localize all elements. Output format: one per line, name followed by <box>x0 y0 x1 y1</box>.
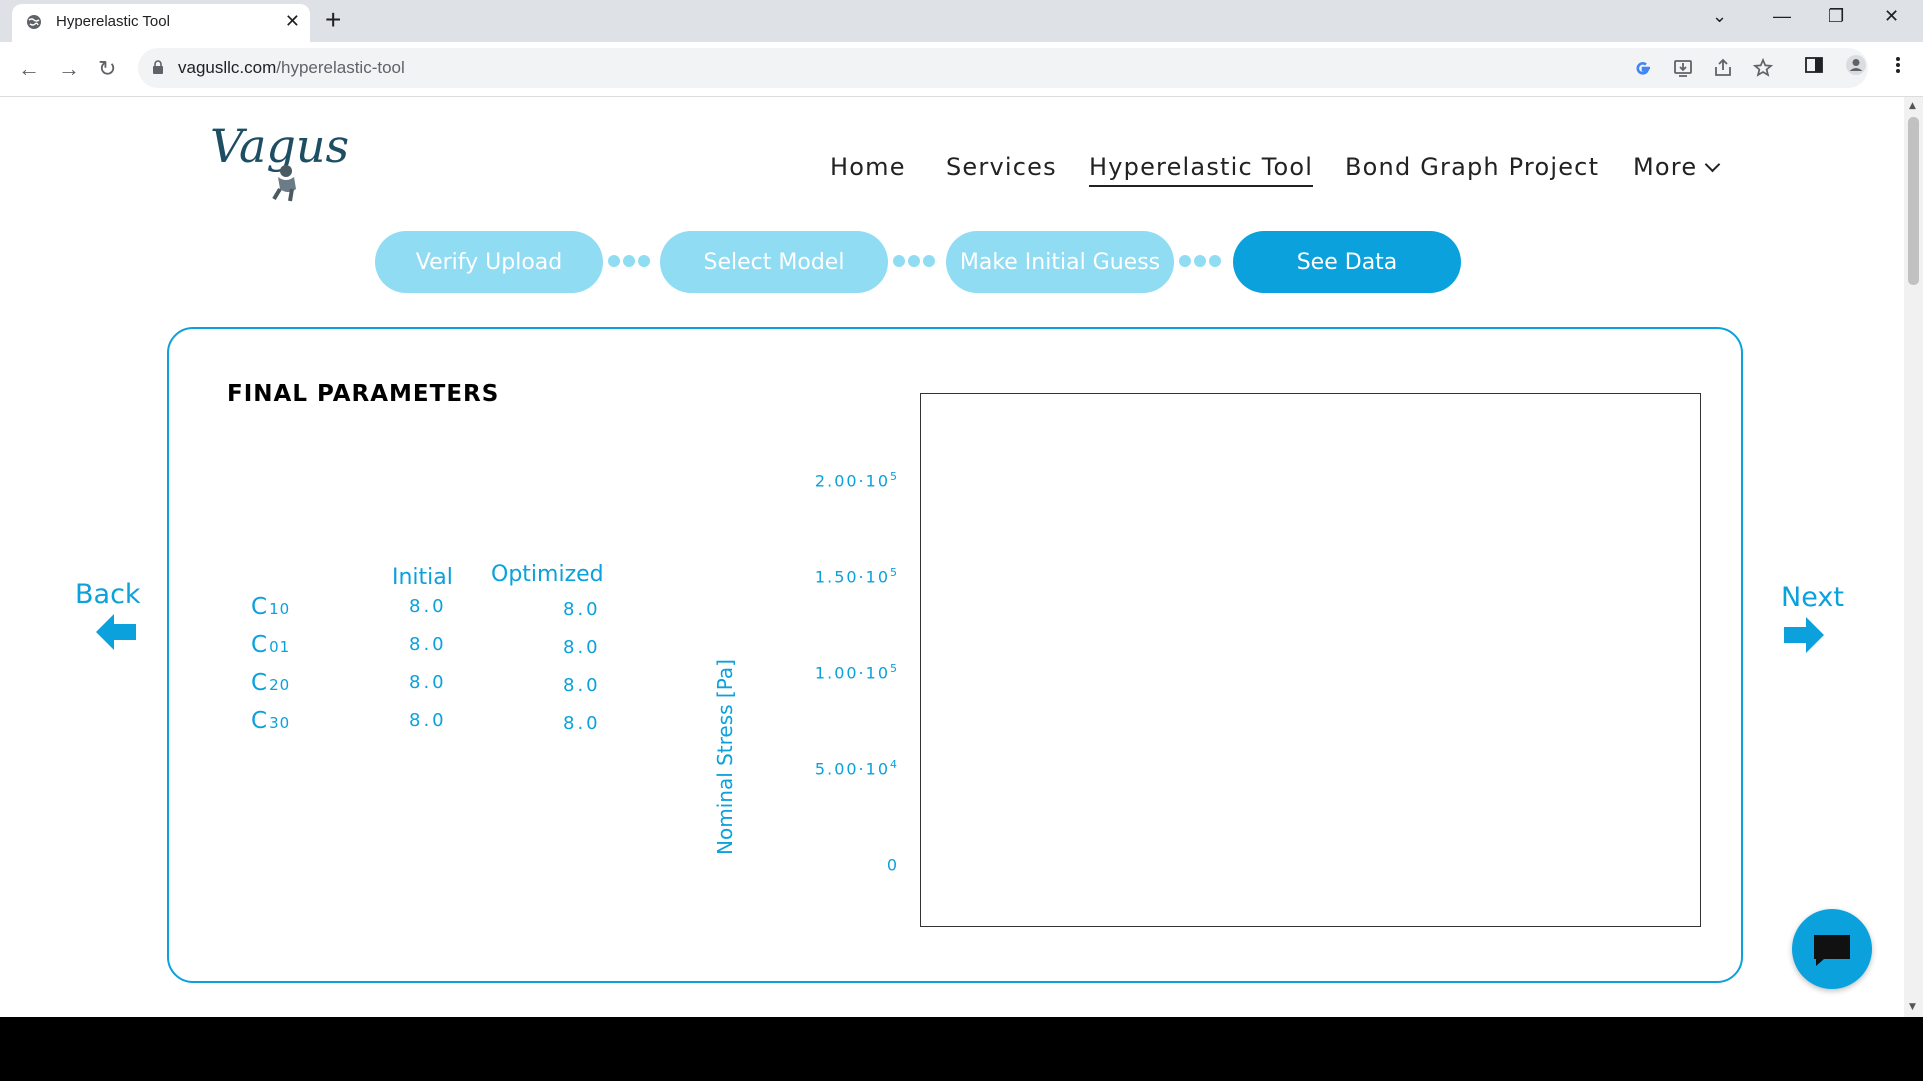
param-c30-optimized: 8.0 <box>563 713 601 734</box>
lock-icon <box>153 60 163 74</box>
address-bar[interactable]: vagusllc.com/hyperelastic-tool <box>138 48 1868 88</box>
step-make-initial-guess[interactable]: Make Initial Guess <box>946 231 1174 293</box>
menu-icon[interactable] <box>1887 54 1909 76</box>
url-text: vagusllc.com/hyperelastic-tool <box>178 58 405 77</box>
sidepanel-icon[interactable] <box>1803 54 1825 76</box>
y-tick: 1.00·105 <box>814 662 899 683</box>
param-c10-initial: 8.0 <box>409 596 447 617</box>
param-c30: C30 <box>251 708 291 734</box>
next-link[interactable]: Next <box>1781 582 1844 613</box>
column-initial: Initial <box>392 565 453 590</box>
step-connector <box>893 255 935 267</box>
share-icon[interactable] <box>1712 57 1734 79</box>
page-scrollbar[interactable]: ▲ ▼ <box>1904 97 1923 1017</box>
tab-title: Hyperelastic Tool <box>56 13 170 30</box>
browser-toolbar: ← → ↻ vagusllc.com/hyperelastic-tool <box>0 42 1923 97</box>
card-title: FINAL PARAMETERS <box>227 381 500 407</box>
arrow-right-icon[interactable] <box>1784 617 1824 653</box>
param-c20-initial: 8.0 <box>409 672 447 693</box>
param-c01-optimized: 8.0 <box>563 637 601 658</box>
step-connector <box>608 255 650 267</box>
y-tick: 0 <box>886 855 899 875</box>
window-close-icon[interactable]: ✕ <box>1884 6 1899 27</box>
chat-icon <box>1814 935 1850 966</box>
results-card: FINAL PARAMETERS Initial Optimized C10 8… <box>167 327 1743 983</box>
scroll-down-icon[interactable]: ▼ <box>1909 1002 1916 1012</box>
param-c10: C10 <box>251 594 291 620</box>
chevron-down-icon[interactable]: ⌄ <box>1712 6 1727 27</box>
footer-bar <box>0 1017 1923 1081</box>
step-verify-upload[interactable]: Verify Upload <box>375 231 603 293</box>
restore-icon[interactable]: ❐ <box>1828 6 1844 27</box>
nav-home[interactable]: Home <box>830 153 906 181</box>
forward-icon[interactable]: → <box>58 56 80 82</box>
close-icon[interactable]: ✕ <box>285 11 300 32</box>
arrow-left-icon[interactable] <box>96 614 136 650</box>
install-icon[interactable] <box>1672 57 1694 79</box>
logo-figure-icon <box>272 165 296 202</box>
back-icon[interactable]: ← <box>18 56 40 82</box>
back-link[interactable]: Back <box>75 579 141 610</box>
step-select-model[interactable]: Select Model <box>660 231 888 293</box>
nav-services[interactable]: Services <box>946 153 1057 181</box>
scroll-thumb[interactable] <box>1908 117 1919 285</box>
nav-bond-graph-project[interactable]: Bond Graph Project <box>1345 153 1599 181</box>
param-c30-initial: 8.0 <box>409 710 447 731</box>
page-content: Vagus Home Services Hyperelastic Tool Bo… <box>0 97 1904 1017</box>
param-c20-optimized: 8.0 <box>563 675 601 696</box>
browser-tab[interactable]: Hyperelastic Tool ✕ <box>12 4 310 42</box>
param-c01: C01 <box>251 632 291 658</box>
param-c01-initial: 8.0 <box>409 634 447 655</box>
param-c10-optimized: 8.0 <box>563 599 601 620</box>
nav-hyperelastic-tool[interactable]: Hyperelastic Tool <box>1089 153 1314 187</box>
globe-icon <box>27 15 41 29</box>
star-icon[interactable] <box>1752 57 1774 79</box>
y-tick: 2.00·105 <box>814 470 899 491</box>
step-connector <box>1179 255 1221 267</box>
reload-icon[interactable]: ↻ <box>98 56 116 82</box>
plot-area <box>920 393 1701 927</box>
minimize-icon[interactable]: — <box>1773 6 1791 27</box>
step-see-data[interactable]: See Data <box>1233 231 1461 293</box>
y-axis-title: Nominal Stress [Pa] <box>713 659 737 855</box>
param-c20: C20 <box>251 670 291 696</box>
nav-more[interactable]: More <box>1633 153 1721 181</box>
scroll-up-icon[interactable]: ▲ <box>1909 101 1916 111</box>
profile-icon[interactable] <box>1845 54 1867 76</box>
google-icon[interactable] <box>1632 57 1654 79</box>
browser-tab-bar: Hyperelastic Tool ✕ + ⌄ — ❐ ✕ <box>0 0 1923 42</box>
chat-button[interactable] <box>1792 909 1872 989</box>
plus-icon[interactable]: + <box>325 4 341 36</box>
chevron-down-icon <box>1705 156 1721 173</box>
nav-more-label: More <box>1633 153 1698 181</box>
y-tick: 5.00·104 <box>814 758 899 779</box>
y-tick: 1.50·105 <box>814 566 899 587</box>
column-optimized: Optimized <box>491 562 604 587</box>
